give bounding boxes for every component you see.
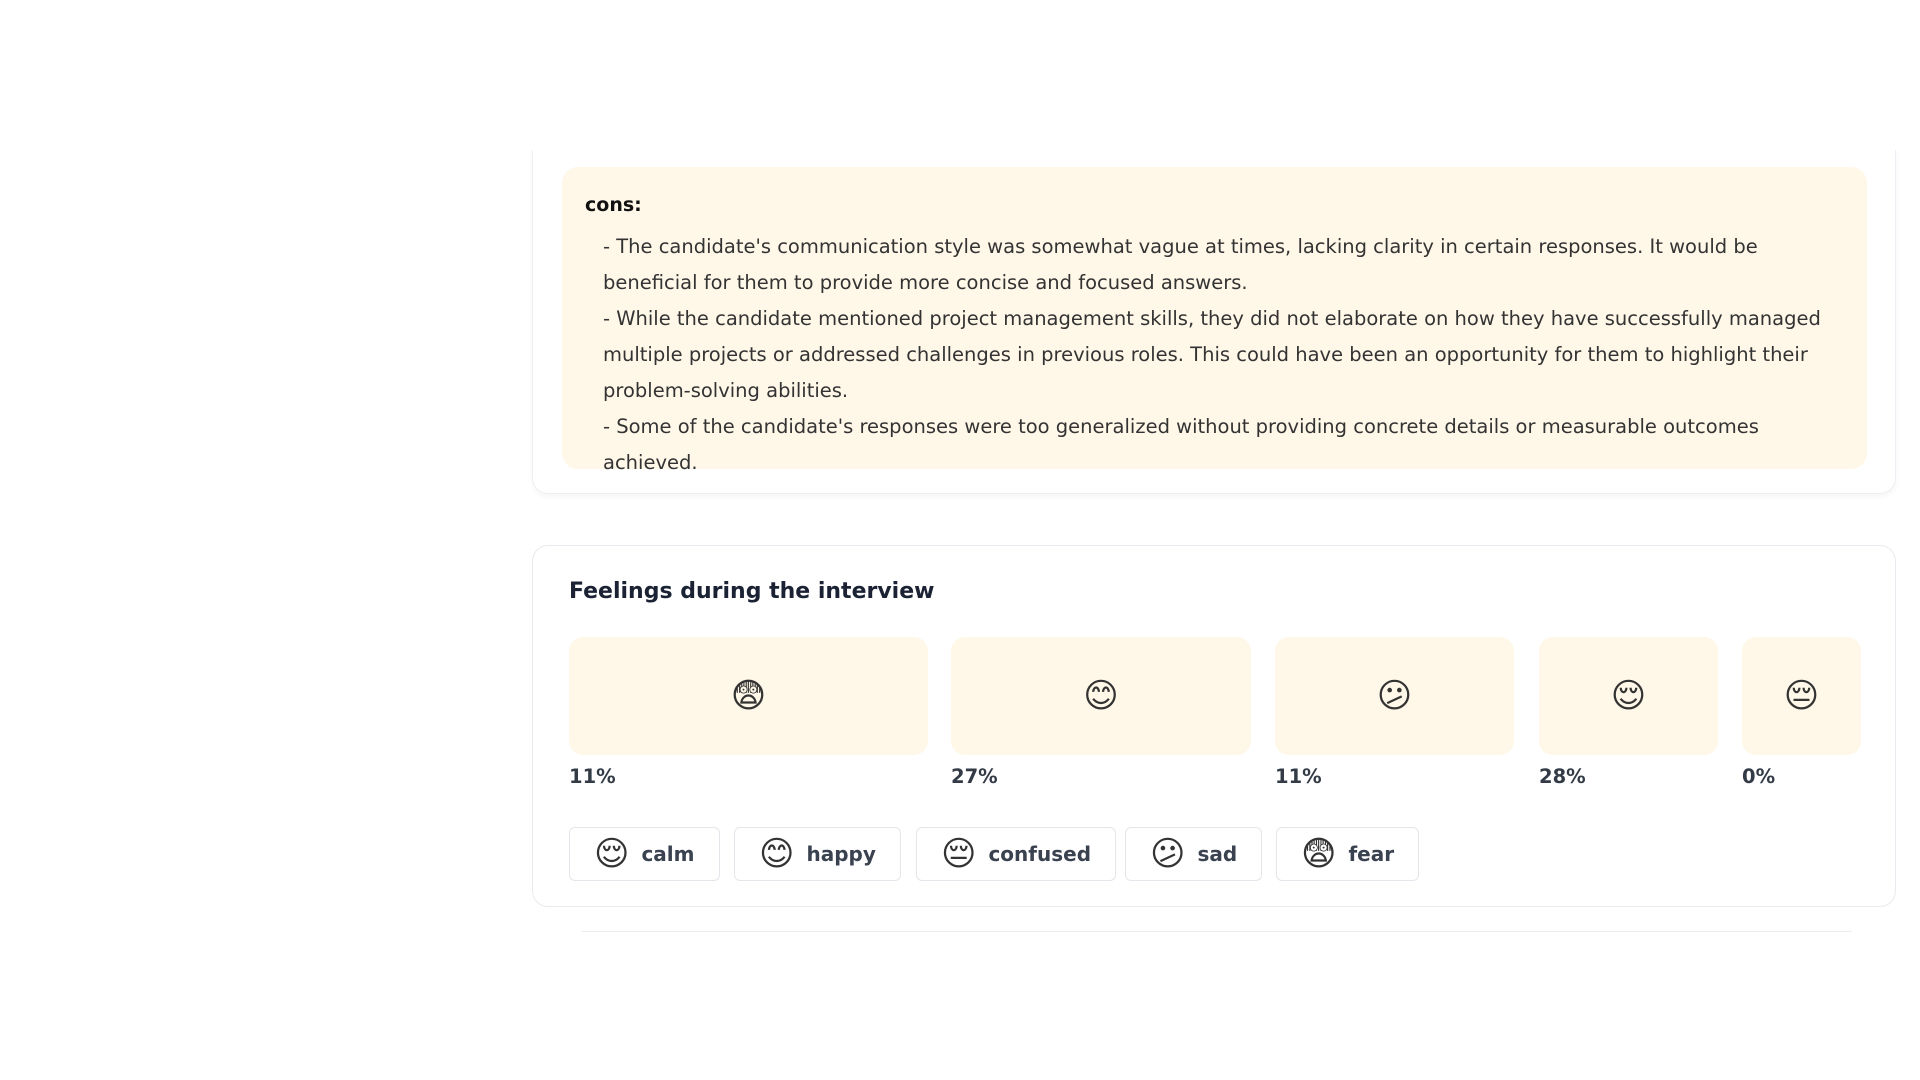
feeling-bar: 😊 [951,637,1251,755]
feeling-bar: 😕 [1275,637,1514,755]
relieved-face-icon: 😌 [594,834,630,874]
feeling-percent: 11% [569,765,616,788]
feeling-bar: 😌 [1539,637,1718,755]
fearful-face-icon: 😨 [730,676,767,716]
legend-item-calm[interactable]: 😌 calm [569,827,720,881]
feeling-percent: 0% [1742,765,1776,788]
feeling-bar: 😔 [1742,637,1861,755]
cons-section: cons: - The candidate's communication st… [562,167,1867,474]
legend-item-fear[interactable]: 😨 fear [1276,827,1420,881]
cons-item: - While the candidate mentioned project … [603,307,1821,402]
fearful-face-icon: 😨 [1301,834,1337,874]
feelings-card: Feelings during the interview 😨 😊 😕 😌 😔 … [532,545,1896,907]
cons-item: - The candidate's communication style wa… [603,235,1758,294]
legend-label: happy [806,842,876,866]
section-divider [582,931,1852,932]
cons-item: - Some of the candidate's responses were… [603,415,1759,474]
legend-label: calm [641,842,695,866]
confused-face-icon: 😕 [1150,834,1186,874]
legend-item-sad[interactable]: 😕 sad [1125,827,1263,881]
feelings-title: Feelings during the interview [569,579,935,604]
cons-heading: cons: [585,194,642,216]
confused-face-icon: 😕 [1376,676,1413,716]
legend-label: fear [1348,842,1395,866]
cons-list: - The candidate's communication style wa… [585,229,1843,481]
feeling-bar: 😨 [569,637,928,755]
smiling-face-icon: 😊 [1083,676,1119,716]
feeling-percent: 27% [951,765,998,788]
legend-label: sad [1197,842,1238,866]
smiling-face-icon: 😊 [759,834,795,874]
feeling-percent: 11% [1275,765,1322,788]
legend-item-happy[interactable]: 😊 happy [734,827,901,881]
legend-item-confused[interactable]: 😔 confused [916,827,1117,881]
pensive-face-icon: 😔 [1783,676,1820,716]
relieved-face-icon: 😌 [1610,676,1647,716]
pensive-face-icon: 😔 [941,834,977,874]
legend-label: confused [988,842,1092,866]
feeling-percent: 28% [1539,765,1586,788]
